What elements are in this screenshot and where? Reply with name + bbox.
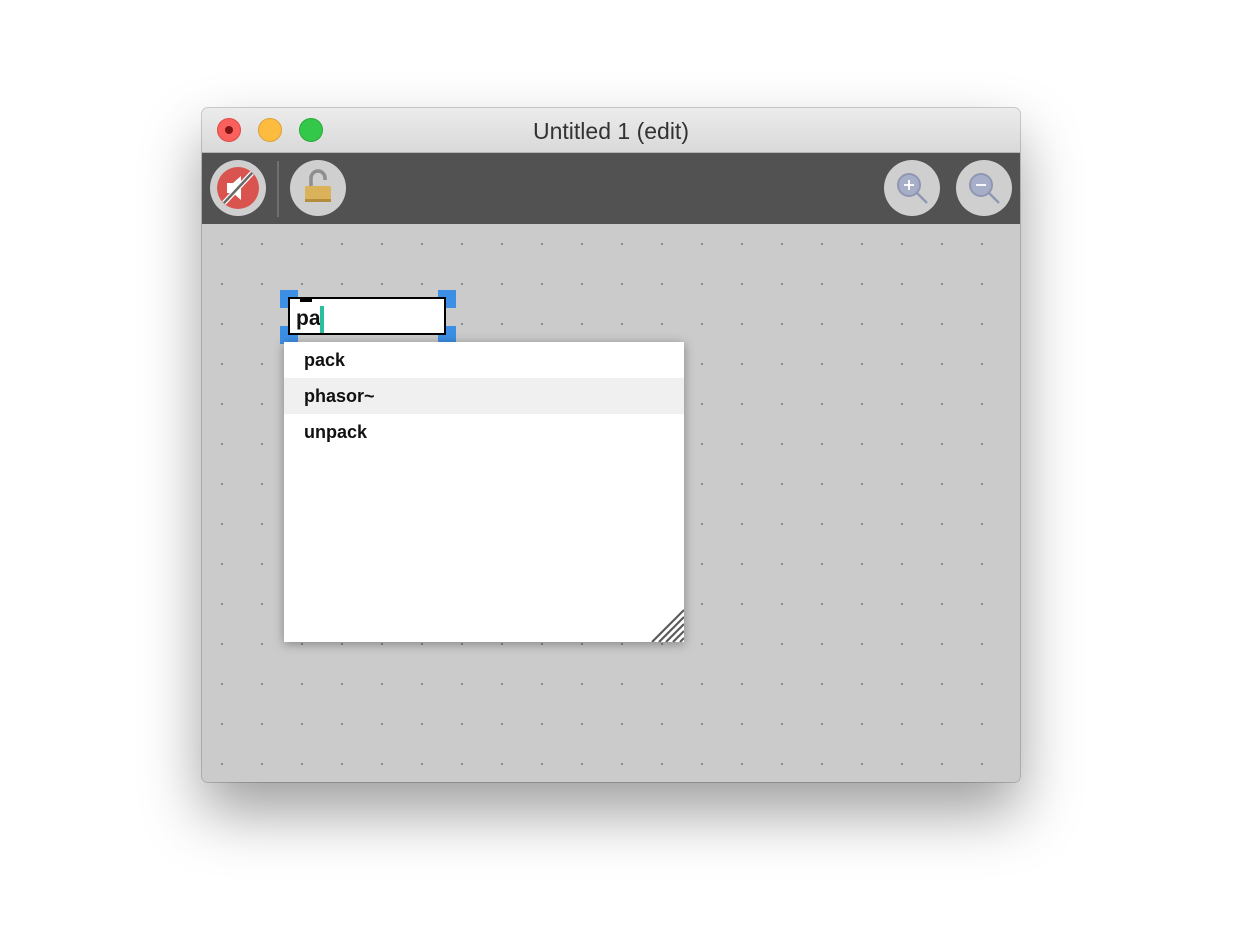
- autocomplete-item[interactable]: unpack: [284, 414, 684, 450]
- autocomplete-dropdown: pack phasor~ unpack: [284, 342, 684, 642]
- object-inlet[interactable]: [300, 297, 312, 302]
- unlocked-padlock-icon: [305, 169, 331, 202]
- resize-grip-icon[interactable]: [650, 608, 684, 642]
- autocomplete-item-highlighted[interactable]: phasor~: [284, 378, 684, 414]
- toolbar-separator: [277, 161, 279, 217]
- speaker-muted-icon: [217, 167, 259, 209]
- zoom-out-button[interactable]: [956, 160, 1012, 216]
- mute-button[interactable]: [210, 160, 266, 216]
- text-caret: [320, 306, 324, 333]
- zoom-in-icon: [897, 173, 928, 204]
- window-title: Untitled 1 (edit): [533, 118, 689, 144]
- title-bar[interactable]: Untitled 1 (edit): [202, 108, 1020, 153]
- zoom-out-icon: [969, 173, 1000, 204]
- toolbar: [202, 153, 1020, 224]
- lock-button[interactable]: [290, 160, 346, 216]
- autocomplete-item[interactable]: pack: [284, 342, 684, 378]
- zoom-in-button[interactable]: [884, 160, 940, 216]
- patch-window: Untitled 1 (edit) pa pack phasor~ unpack: [202, 108, 1020, 782]
- object-text: pa: [296, 307, 321, 330]
